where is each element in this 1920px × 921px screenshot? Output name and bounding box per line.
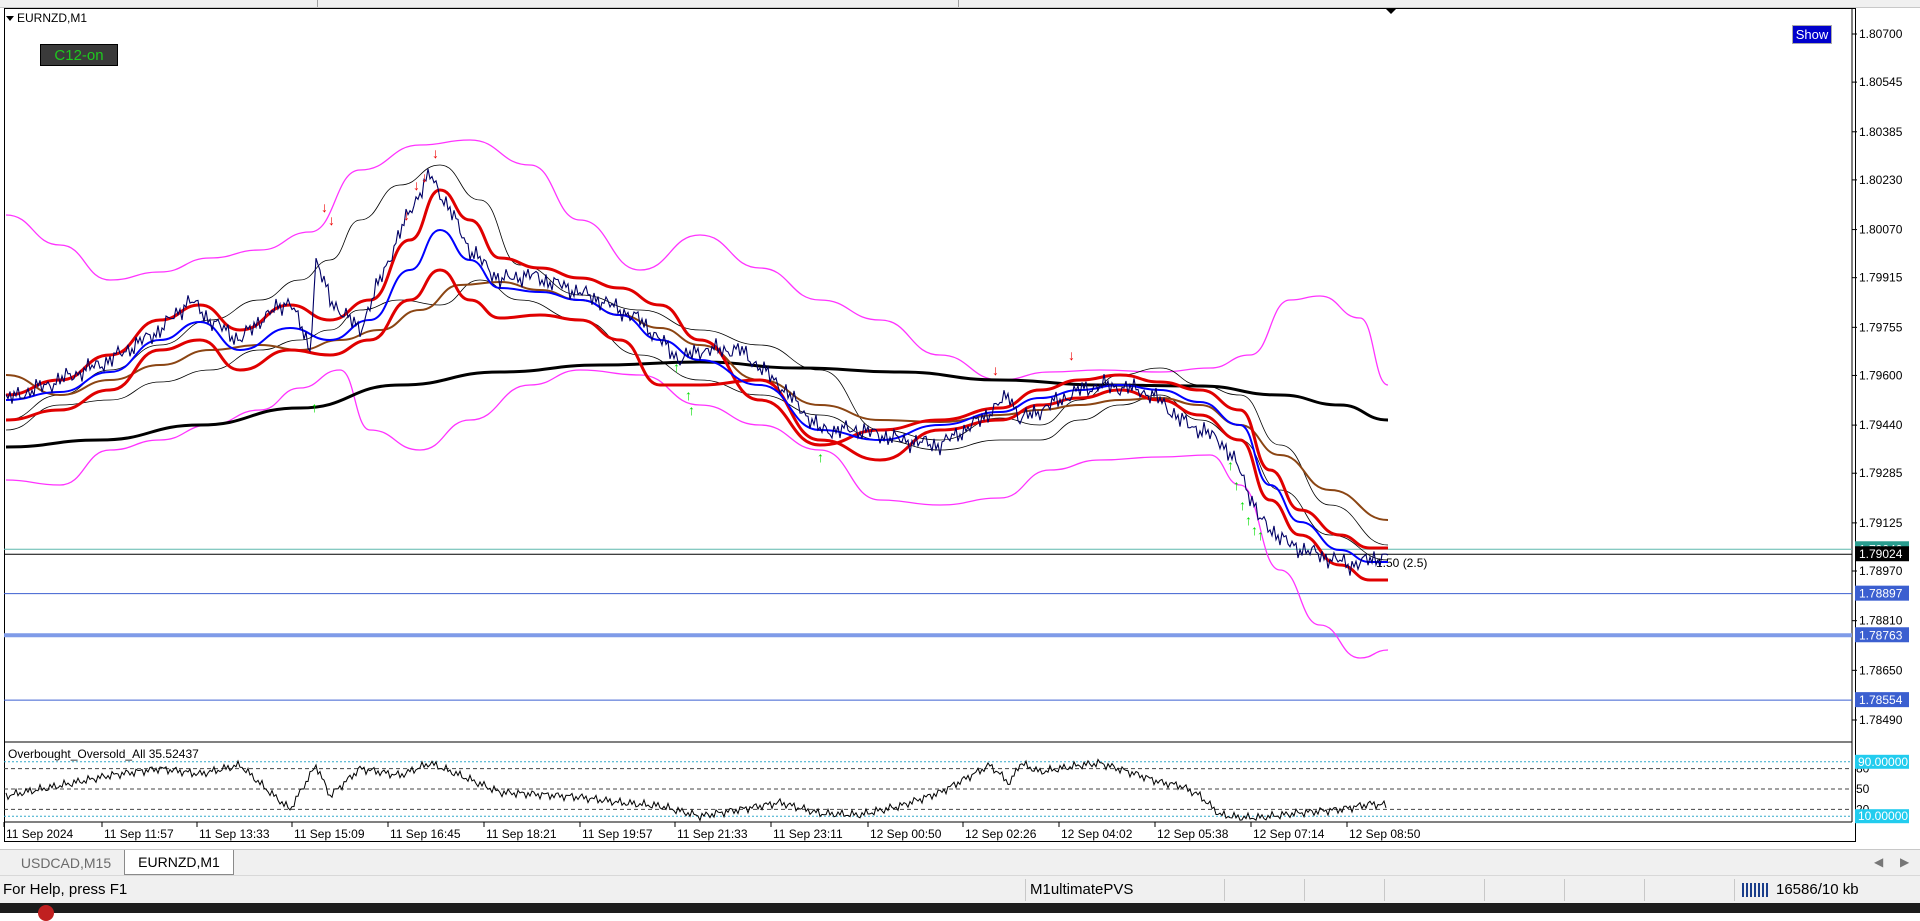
price-badge-label: 1.78763 <box>1859 628 1903 642</box>
chart-shift-marker[interactable] <box>1385 8 1397 14</box>
symbol-text: EURNZD,M1 <box>17 11 88 25</box>
lower-envelope <box>5 369 1389 659</box>
oscillator-badge-label: 90.00000 <box>1858 755 1908 769</box>
scroll-left-icon[interactable]: ◀ <box>1874 855 1883 869</box>
price-tick-label: 1.80545 <box>1859 75 1903 89</box>
time-axis: 11 Sep 2024 11 Sep 11:57 11 Sep 13:33 11 Se… <box>3 822 1421 841</box>
price-tick-label: 1.79915 <box>1859 271 1903 285</box>
horizontal-lines: 1.790401.790241.788971.787631.785541.50 … <box>4 541 1909 708</box>
down-arrow-icon: ↓ <box>413 177 420 193</box>
price-tick-label: 1.78810 <box>1859 614 1903 628</box>
oscillator-badge-label: 10.00000 <box>1858 809 1908 823</box>
down-arrow-icon: ↓ <box>321 199 328 215</box>
time-tick-label: 11 Sep 2024 <box>6 827 73 841</box>
up-arrow-icon: ↑ <box>673 359 680 375</box>
oscillator-pane: 80502090.0000010.00000Overbought_Oversol… <box>4 747 1909 824</box>
time-tick-label: 11 Sep 16:45 <box>390 827 461 841</box>
status-separator <box>1384 879 1385 901</box>
time-tick-label: 11 Sep 15:09 <box>294 827 365 841</box>
time-tick-label: 12 Sep 00:50 <box>870 827 942 841</box>
time-tick-label: 12 Sep 04:02 <box>1061 827 1133 841</box>
time-tick-label: 12 Sep 08:50 <box>1349 827 1421 841</box>
status-bar: For Help, press F1 M1ultimatePVS 16586/1… <box>0 875 1920 904</box>
price-tick-label: 1.79755 <box>1859 320 1903 334</box>
price-tick-label: 1.79440 <box>1859 418 1903 432</box>
chart-symbol-label[interactable]: EURNZD,M1 <box>6 11 87 25</box>
time-tick-label: 11 Sep 19:57 <box>582 827 653 841</box>
status-separator <box>1644 879 1645 901</box>
up-arrow-icon: ↑ <box>1239 497 1246 513</box>
oscillator-tick-label: 50 <box>1856 782 1870 796</box>
down-arrow-icon: ↓ <box>421 169 428 185</box>
start-icon[interactable] <box>38 905 54 921</box>
price-tick-label: 1.80070 <box>1859 223 1903 237</box>
oscillator-line <box>5 758 1387 822</box>
status-separator <box>1564 879 1565 901</box>
c12-toggle-button[interactable]: C12-on <box>40 44 118 66</box>
bollinger-upper <box>5 164 1389 546</box>
price-tick-label: 1.80230 <box>1859 173 1903 187</box>
price-tick-label: 1.79600 <box>1859 368 1903 382</box>
connection-status[interactable]: 16586/10 kb <box>1742 881 1859 898</box>
price-line <box>5 168 1389 576</box>
price-badge-label: 1.78897 <box>1859 587 1903 601</box>
price-tick-label: 1.79125 <box>1859 516 1903 530</box>
show-button[interactable]: Show <box>1792 25 1832 44</box>
metatrader-window: 1.80700 1.80545 1.80385 1.80230 1.80070 1.799… <box>0 0 1920 921</box>
chart-tabs-bar: USDCAD,M15 EURNZD,M1 ◀ ▶ <box>0 849 1920 876</box>
ma-brown <box>5 280 1389 521</box>
price-chart[interactable]: 1.80700 1.80545 1.80385 1.80230 1.80070 1.799… <box>0 0 1920 849</box>
chevron-down-icon <box>6 15 14 21</box>
help-text: For Help, press F1 <box>3 881 128 898</box>
status-separator <box>1025 879 1026 901</box>
up-arrow-icon: ↑ <box>688 402 695 418</box>
time-tick-label: 12 Sep 02:26 <box>965 827 1037 841</box>
profile-name: M1ultimatePVS <box>1030 881 1134 898</box>
tab-eurnzd-m1[interactable]: EURNZD,M1 <box>124 850 234 875</box>
ma-blue <box>5 228 1388 563</box>
down-arrow-icon: ↓ <box>992 362 999 378</box>
time-tick-label: 11 Sep 13:33 <box>199 827 270 841</box>
time-tick-label: 11 Sep 23:11 <box>773 827 843 841</box>
price-badge-label: 1.79024 <box>1859 547 1903 561</box>
price-tick-label: 1.80700 <box>1859 27 1903 41</box>
down-arrow-icon: ↓ <box>1068 347 1075 363</box>
connection-bars-icon <box>1742 882 1770 897</box>
time-tick-label: 11 Sep 21:33 <box>677 827 748 841</box>
price-badge-label: 1.78554 <box>1859 693 1903 707</box>
scroll-right-icon[interactable]: ▶ <box>1900 855 1909 869</box>
ma-red-upper <box>5 188 1388 550</box>
os-taskbar <box>0 903 1920 921</box>
price-tick-label: 1.78650 <box>1859 663 1903 677</box>
traffic-text: 16586/10 kb <box>1776 881 1859 898</box>
status-separator <box>1484 879 1485 901</box>
up-arrow-icon: ↑ <box>1257 527 1264 543</box>
status-separator <box>1224 879 1225 901</box>
up-arrow-icon: ↑ <box>1233 477 1240 493</box>
status-separator <box>1734 879 1735 901</box>
up-arrow-icon: ↑ <box>311 399 318 415</box>
up-arrow-icon: ↑ <box>1227 457 1234 473</box>
up-arrow-icon: ↑ <box>685 387 692 403</box>
tab-usdcad-m15[interactable]: USDCAD,M15 <box>8 850 124 875</box>
price-tick-label: 1.79285 <box>1859 466 1903 480</box>
price-tick-label: 1.78490 <box>1859 713 1903 727</box>
price-tick-label: 1.80385 <box>1859 125 1903 139</box>
time-tick-label: 11 Sep 11:57 <box>104 827 174 841</box>
price-tick-label: 1.78970 <box>1859 564 1903 578</box>
indicator-lines <box>5 139 1389 659</box>
down-arrow-icon: ↓ <box>432 145 439 161</box>
status-separator <box>1304 879 1305 901</box>
time-tick-label: 11 Sep 18:21 <box>486 827 557 841</box>
time-tick-label: 12 Sep 05:38 <box>1157 827 1229 841</box>
time-tick-label: 12 Sep 07:14 <box>1253 827 1325 841</box>
down-arrow-icon: ↓ <box>328 212 335 228</box>
oscillator-label: Overbought_Oversold_All 35.52437 <box>8 747 199 761</box>
up-arrow-icon: ↑ <box>817 449 824 465</box>
down-arrow-icon: ↓ <box>403 207 410 223</box>
